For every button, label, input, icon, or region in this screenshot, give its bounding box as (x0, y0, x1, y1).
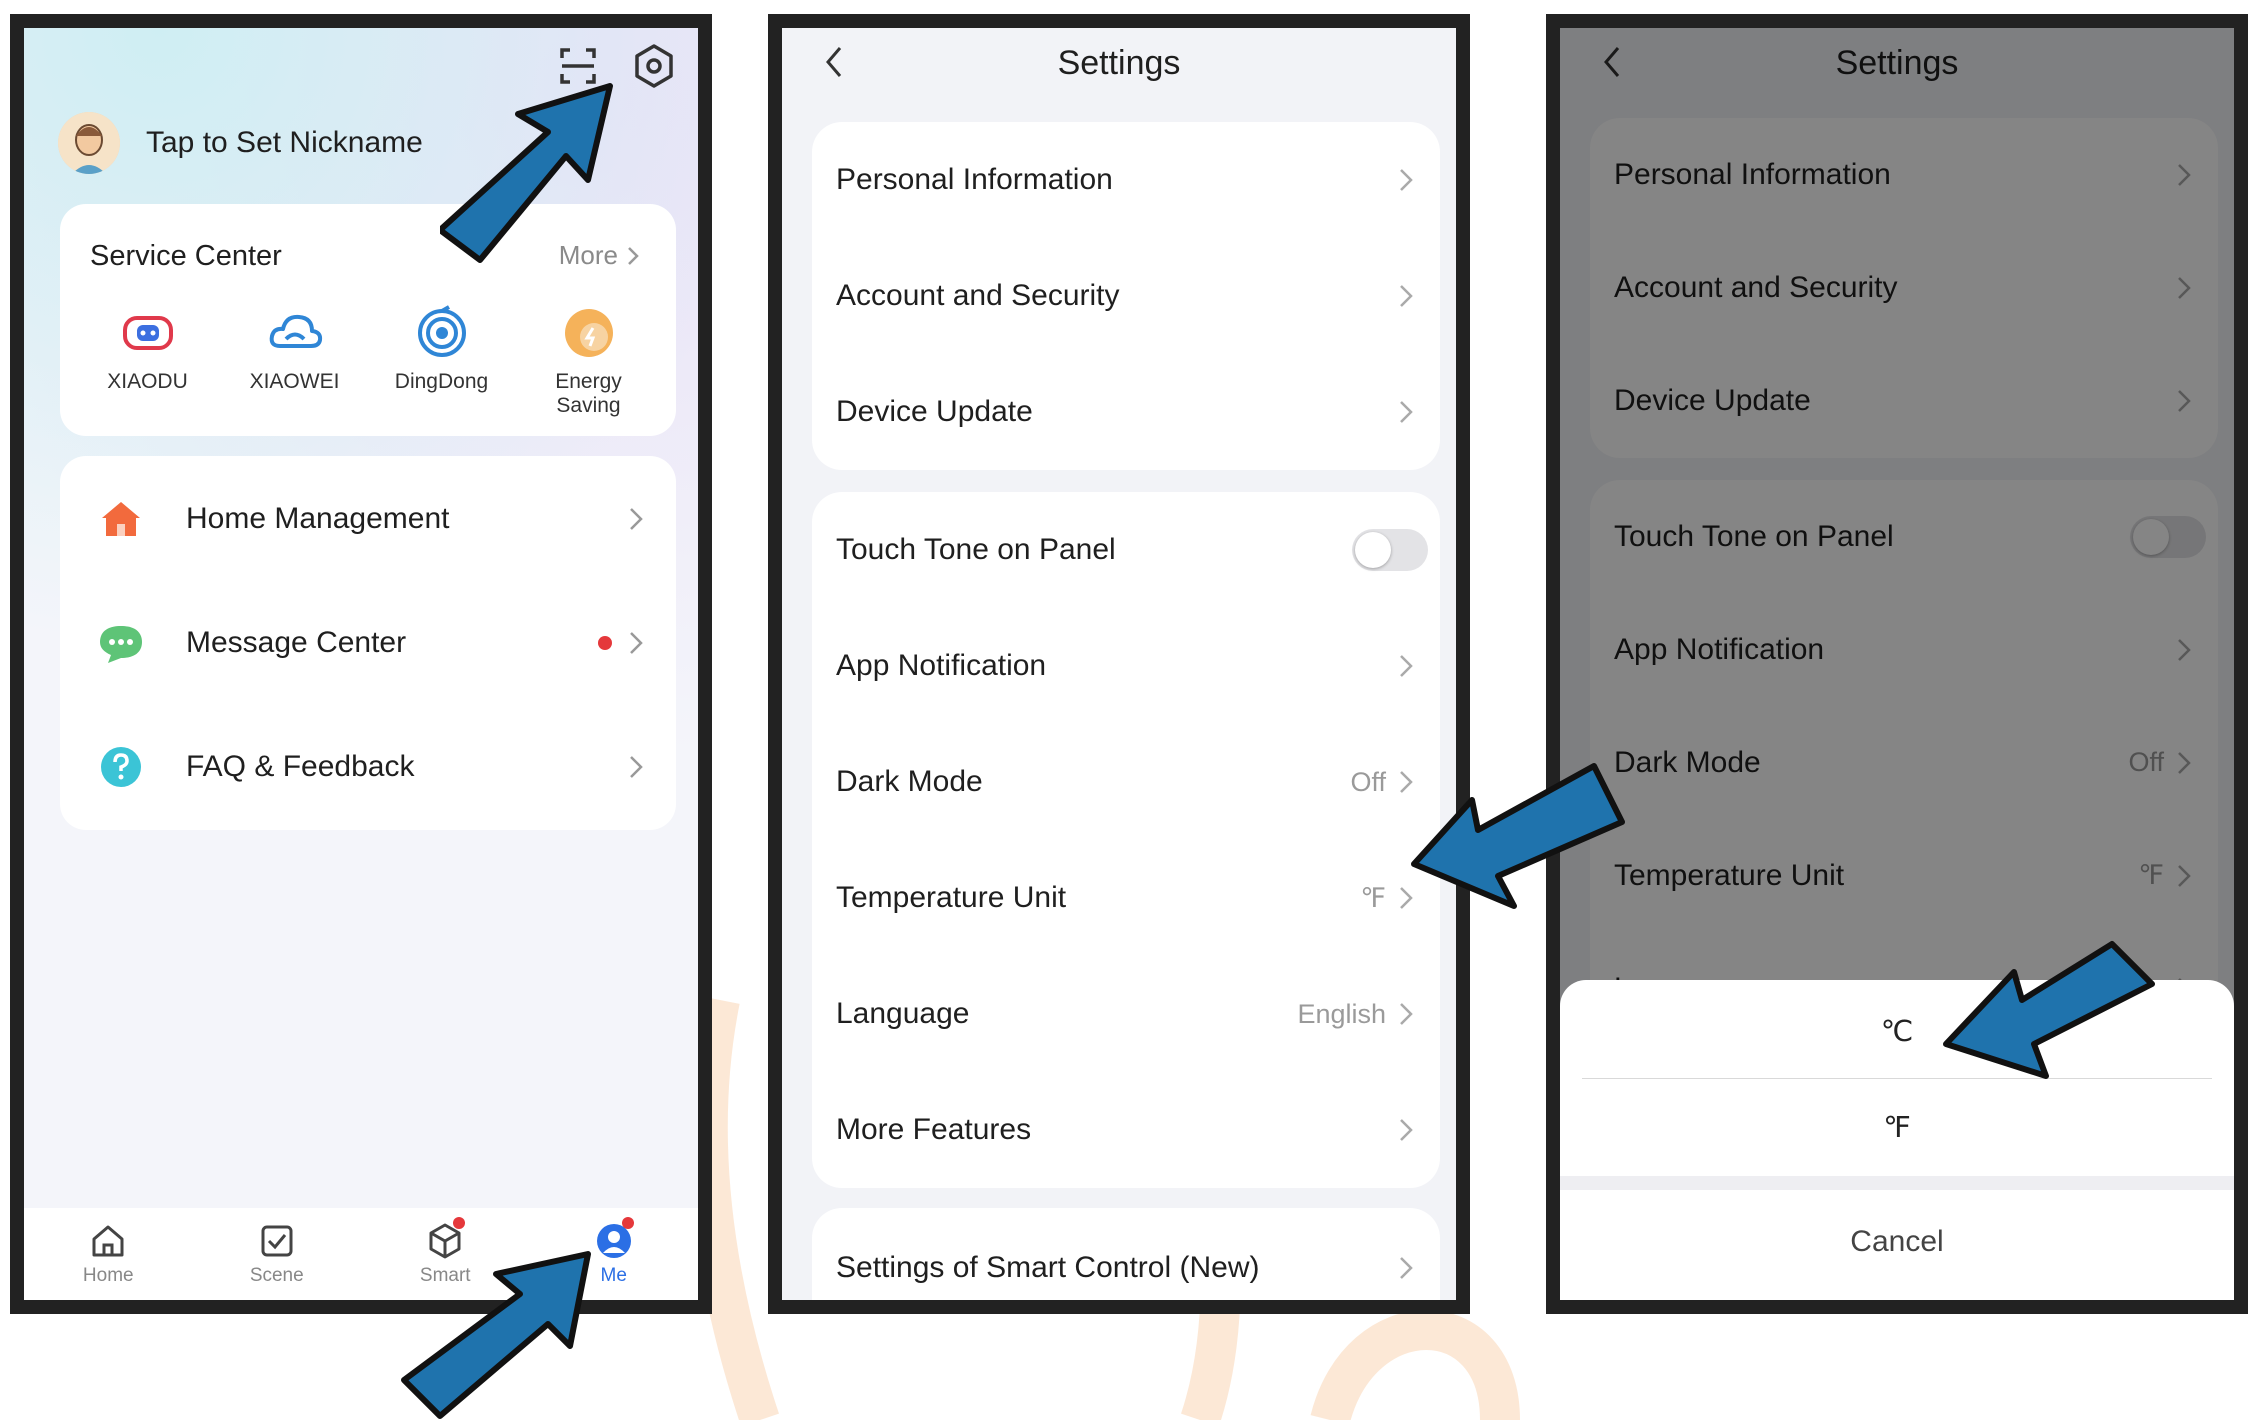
checkbox-icon (261, 1225, 293, 1257)
settings-item-smart-control[interactable]: Settings of Smart Control (New) (812, 1210, 1440, 1300)
scan-icon[interactable] (554, 42, 602, 90)
page-title: Settings (1057, 43, 1181, 82)
settings-item-touch-tone: Touch Tone on Panel (812, 492, 1440, 608)
settings-item-personal-information[interactable]: Personal Information (812, 122, 1440, 238)
settings-item-language[interactable]: Language English (812, 956, 1440, 1072)
top-actions (554, 42, 678, 90)
back-arrow-icon[interactable] (820, 42, 848, 82)
chevron-right-icon (1400, 169, 1413, 191)
tab-scene[interactable]: Scene (217, 1221, 337, 1287)
tab-label: Smart (419, 1265, 471, 1286)
chevron-right-icon (630, 756, 643, 778)
settings-item-label: Dark Mode (836, 765, 983, 798)
divider (1582, 1078, 2212, 1079)
avatar[interactable] (58, 112, 120, 174)
service-item-xiaodu[interactable]: XIAODU (78, 304, 218, 418)
chevron-right-icon (1400, 1119, 1413, 1141)
touch-tone-toggle[interactable] (1352, 529, 1428, 571)
cloud-icon (269, 314, 322, 348)
cancel-button[interactable]: Cancel (1560, 1192, 2234, 1292)
settings-item-device-update[interactable]: Device Update (812, 354, 1440, 470)
settings-item-label: App Notification (836, 649, 1047, 682)
bottom-tab-bar: Home Scene Smart Me (24, 1208, 698, 1300)
phone-me-screen: Tap to Set Nickname Service Center More … (10, 14, 712, 1314)
service-item-dingdong[interactable]: DingDong (372, 304, 512, 418)
notification-badge (621, 1217, 634, 1229)
service-item-label: Energy Saving (555, 370, 622, 417)
tab-me[interactable]: Me (554, 1217, 674, 1287)
avatar-icon (58, 112, 120, 174)
settings-gear-icon[interactable] (630, 42, 678, 90)
energy-saving-icon (564, 309, 613, 357)
option-celsius[interactable]: ℃ (1560, 984, 2234, 1078)
dark-mode-value: Off (1350, 766, 1386, 797)
chevron-right-icon (630, 632, 643, 654)
chevron-right-icon (1400, 401, 1413, 423)
settings-item-label: Personal Information (836, 163, 1113, 196)
dingdong-icon (417, 305, 466, 357)
chevron-right-icon (1400, 1003, 1413, 1025)
chevron-right-icon (628, 246, 639, 265)
service-item-label: XIAODU (107, 370, 188, 393)
chevron-right-icon (1400, 771, 1413, 793)
question-icon (101, 747, 141, 787)
settings-item-label: Temperature Unit (836, 881, 1067, 914)
message-icon (100, 626, 142, 663)
unread-dot (598, 636, 612, 650)
menu-item-label: FAQ & Feedback (186, 750, 415, 783)
sheet-gap (1560, 1176, 2234, 1190)
phone-settings-screen: Settings Personal Information Account an… (768, 14, 1470, 1314)
tab-label: Home (82, 1265, 134, 1286)
service-item-energy-saving[interactable]: Energy Saving (519, 304, 659, 418)
settings-item-more-features[interactable]: More Features (812, 1072, 1440, 1188)
settings-item-label: Device Update (836, 395, 1033, 428)
home-icon (102, 502, 140, 536)
home-outline-icon (92, 1225, 124, 1257)
option-fahrenheit[interactable]: ℉ (1560, 1080, 2234, 1174)
settings-item-label: More Features (836, 1113, 1032, 1146)
phone-temperature-unit-sheet-screen: Settings Personal Information Account an… (1546, 14, 2248, 1314)
chevron-right-icon (630, 508, 643, 530)
tab-label: Me (600, 1265, 627, 1286)
settings-item-dark-mode[interactable]: Dark Mode Off (812, 724, 1440, 840)
tab-home[interactable]: Home (48, 1221, 168, 1287)
service-item-label: DingDong (394, 370, 489, 393)
settings-group-account: Personal Information Account and Securit… (812, 122, 1440, 470)
service-item-xiaowei[interactable]: XIAOWEI (225, 304, 365, 418)
settings-item-label: Settings of Smart Control (New) (836, 1251, 1260, 1284)
more-label[interactable]: More (559, 240, 618, 271)
tab-label: Scene (249, 1265, 304, 1286)
nickname-label[interactable]: Tap to Set Nickname (146, 126, 423, 160)
menu-item-faq-feedback[interactable]: FAQ & Feedback (60, 704, 676, 830)
menu-item-message-center[interactable]: Message Center (60, 580, 676, 706)
temperature-unit-value: ℉ (1360, 882, 1386, 913)
temperature-unit-action-sheet: ℃ ℉ Cancel (1560, 980, 2234, 1300)
profile-header[interactable]: Tap to Set Nickname (58, 112, 423, 174)
menu-item-label: Message Center (186, 626, 407, 659)
service-center-title: Service Center (90, 240, 282, 272)
menu-item-label: Home Management (186, 502, 450, 535)
settings-group-preferences: Touch Tone on Panel App Notification Dar… (812, 492, 1440, 1188)
chevron-right-icon (1400, 887, 1413, 909)
settings-item-temperature-unit[interactable]: Temperature Unit ℉ (812, 840, 1440, 956)
chevron-right-icon (1400, 285, 1413, 307)
chevron-right-icon (1400, 1257, 1413, 1279)
me-menu-card: Home Management Message Center FAQ & Fee… (60, 456, 676, 830)
settings-header: Settings (782, 28, 1456, 98)
settings-item-account-security[interactable]: Account and Security (812, 238, 1440, 354)
service-item-label: XIAOWEI (249, 370, 340, 393)
settings-item-label: Account and Security (836, 279, 1120, 312)
settings-item-label: Language (836, 997, 970, 1030)
chevron-right-icon (1400, 655, 1413, 677)
settings-group-smart-control: Settings of Smart Control (New) (812, 1208, 1440, 1300)
language-value: English (1297, 998, 1386, 1029)
service-center-card: Service Center More XIAODU XIAOWEI DingD… (60, 204, 676, 436)
menu-item-home-management[interactable]: Home Management (60, 456, 676, 582)
tab-smart[interactable]: Smart (385, 1217, 505, 1287)
settings-item-label: Touch Tone on Panel (836, 533, 1116, 566)
settings-item-app-notification[interactable]: App Notification (812, 608, 1440, 724)
xiaodu-icon (122, 316, 173, 350)
more-link[interactable]: More (559, 240, 640, 271)
